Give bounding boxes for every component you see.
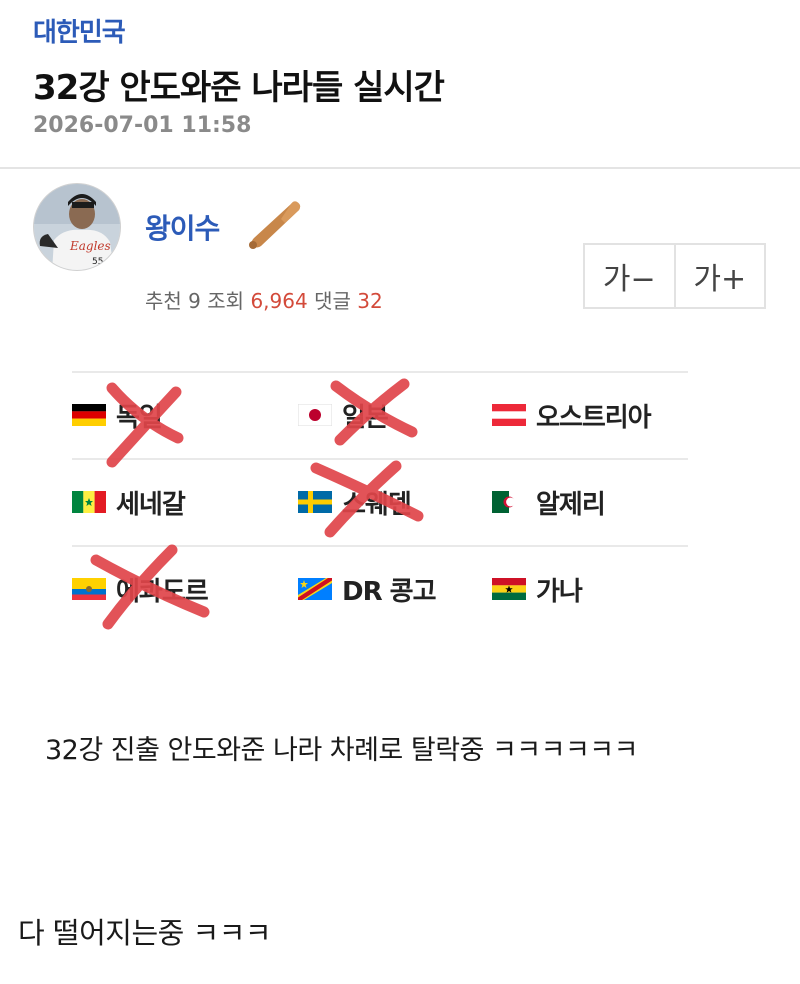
ecuador-flag-icon [72, 578, 106, 600]
views-count: 6,964 [250, 289, 308, 313]
country-name: 알제리 [536, 489, 606, 520]
grid-divider [72, 371, 688, 373]
author-name[interactable]: 왕이수 [145, 207, 220, 247]
header-divider [0, 167, 800, 169]
country-austria: 오스트리아 [492, 395, 652, 435]
comment-text: 다 떨어지는중 ㅋㅋㅋ [18, 916, 272, 950]
avatar[interactable]: Eagles 55 [33, 183, 121, 271]
font-increase-button[interactable]: 가+ [673, 245, 765, 307]
country-ghana: 가나 [492, 569, 583, 609]
post-date: 2026-07-01 11:58 [33, 113, 252, 138]
recommend-count: 9 [188, 289, 201, 313]
svg-text:55: 55 [92, 257, 103, 267]
germany-flag-icon [72, 404, 106, 426]
austria-flag-icon [492, 404, 526, 426]
country-ecuador: 에콰도르 [72, 569, 209, 609]
font-decrease-button[interactable]: 가− [585, 245, 674, 307]
algeria-flag-icon [492, 491, 526, 513]
sweden-flag-icon [298, 491, 332, 513]
country-name: 오스트리아 [536, 402, 652, 433]
country-name: 독일 [116, 402, 163, 433]
country-japan: 일본 [298, 395, 389, 435]
country-name: 가나 [536, 576, 583, 607]
post-category[interactable]: 대한민국 [33, 12, 126, 49]
comments-count: 32 [357, 289, 383, 313]
views-label: 조회 [207, 289, 245, 313]
flag-grid: 독일 일본 오스트리아 세네갈 스웨덴 알제리 에콰도르 DR 콩고 가나 [72, 371, 688, 636]
post-stats: 추천 9 조회 6,964 댓글 32 [145, 285, 383, 314]
country-algeria: 알제리 [492, 482, 606, 522]
post-body: 32강 진출 안도와준 나라 차례로 탈락중 ㅋㅋㅋㅋㅋㅋ [45, 735, 639, 766]
senegal-flag-icon [72, 491, 106, 513]
country-name: 스웨덴 [342, 489, 412, 520]
font-size-controls: 가− 가+ [583, 243, 766, 309]
baseball-bat-icon [249, 201, 301, 249]
pitcher-photo-icon: Eagles 55 [34, 184, 120, 270]
country-name: 일본 [342, 402, 389, 433]
country-name: DR 콩고 [342, 576, 436, 607]
dr-congo-flag-icon [298, 578, 332, 600]
japan-flag-icon [298, 404, 332, 426]
country-dr-congo: DR 콩고 [298, 569, 436, 609]
grid-divider [72, 545, 688, 547]
country-name: 에콰도르 [116, 576, 209, 607]
country-senegal: 세네갈 [72, 482, 186, 522]
ghana-flag-icon [492, 578, 526, 600]
recommend-label: 추천 [145, 289, 182, 313]
country-germany: 독일 [72, 395, 163, 435]
grid-divider [72, 458, 688, 460]
country-name: 세네갈 [116, 489, 186, 520]
country-sweden: 스웨덴 [298, 482, 412, 522]
comments-label: 댓글 [314, 289, 351, 313]
post-title: 32강 안도와준 나라들 실시간 [33, 68, 445, 108]
svg-text:Eagles: Eagles [69, 239, 111, 253]
